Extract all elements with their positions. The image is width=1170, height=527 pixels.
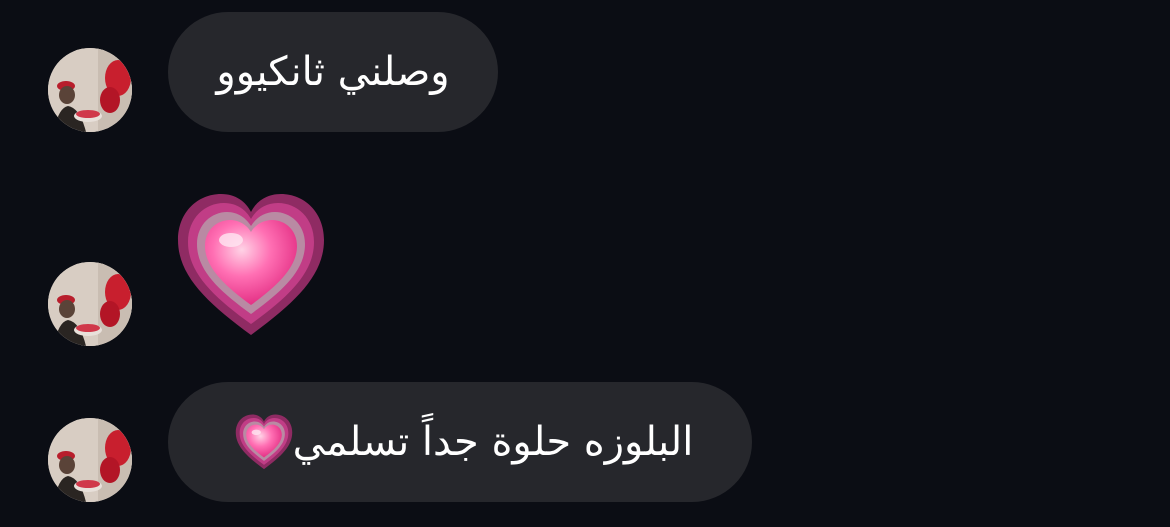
- sender-avatar[interactable]: [48, 262, 132, 346]
- avatar-photo: [48, 262, 132, 346]
- message-text: البلوزه حلوة جداً تسلمي: [292, 419, 694, 465]
- sender-avatar[interactable]: [48, 418, 132, 502]
- message-bubble[interactable]: البلوزه حلوة جداً تسلمي: [168, 382, 752, 502]
- growing-heart-emoji[interactable]: [176, 190, 326, 340]
- message-bubble[interactable]: وصلني ثانكيوو: [168, 12, 498, 132]
- growing-heart-icon: [235, 414, 292, 470]
- avatar-photo: [48, 48, 132, 132]
- sender-avatar[interactable]: [48, 48, 132, 132]
- message-text: وصلني ثانكيوو: [216, 49, 450, 95]
- avatar-photo: [48, 418, 132, 502]
